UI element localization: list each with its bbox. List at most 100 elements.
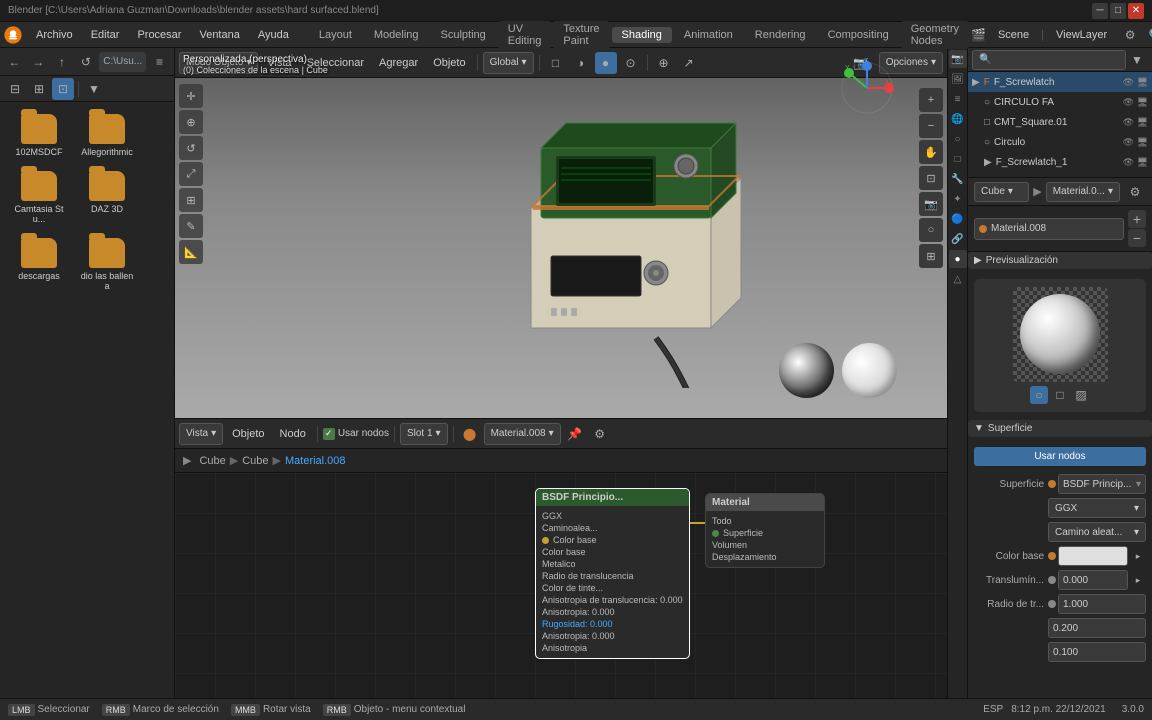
folder-allegorithmic[interactable]: Allegorithmic [76,110,138,161]
surface-bsdf-value[interactable]: BSDF Princip... ▾ [1058,474,1146,494]
folder-daz3d[interactable]: DAZ 3D [76,167,138,228]
translum-options[interactable]: ▸ [1130,572,1146,588]
physics-props-icon[interactable]: 🔵 [949,210,967,228]
tab-sculpting[interactable]: Sculpting [431,27,496,43]
view-icon-btn[interactable]: ⊡ [52,78,74,100]
menu-editar[interactable]: Editar [83,27,128,43]
data-props-icon[interactable]: △ [949,270,967,288]
filter-options-btn[interactable]: ▼ [83,78,105,100]
tab-texture-paint[interactable]: Texture Paint [553,21,609,49]
colorbase-value[interactable] [1058,546,1128,566]
measure-tool[interactable]: 📐 [179,240,203,264]
material-slot-display[interactable]: Material.008 [974,218,1124,240]
outliner-filter-btn[interactable]: ▼ [1126,49,1148,71]
render-props-icon[interactable]: 📷 [949,50,967,68]
material-props-icon[interactable]: ● [949,250,967,268]
outliner-item-circulo[interactable]: ○ CIRCULO FA 👁 🖥 [980,92,1152,112]
material-name-selector[interactable]: Material.0... ▾ [1046,182,1120,202]
outliner-item-cmt[interactable]: □ CMT_Square.01 👁 🖥 [980,112,1152,132]
menu-ayuda[interactable]: Ayuda [250,27,297,43]
translum-value[interactable]: 0.000 [1058,570,1128,590]
zoom-out-btn[interactable]: − [919,114,943,138]
grid-btn[interactable]: ⊞ [919,244,943,268]
use-nodes-button[interactable]: Usar nodos [974,447,1146,466]
node-material-output[interactable]: Material Todo Superficie Volumen [705,493,825,568]
nav-forward-button[interactable]: → [28,51,49,73]
move-tool[interactable]: ⊕ [179,110,203,134]
window-controls[interactable]: ─ □ ✕ [1092,3,1144,19]
radio-value2[interactable]: 0.200 [1048,618,1146,638]
view-layer-props-icon[interactable]: ≡ [949,90,967,108]
navigation-gizmo[interactable]: X Y Z [837,58,897,118]
material-shading-btn[interactable]: ● [595,52,617,74]
preview-cube-btn[interactable]: □ [1051,386,1069,404]
tab-shading[interactable]: Shading [612,27,672,43]
scene-props-icon[interactable]: 🌐 [949,110,967,128]
preview-sphere-btn[interactable]: ○ [1030,386,1048,404]
slot-dropdown[interactable]: Slot 1 ▾ [400,423,448,445]
filter-icon-btn[interactable]: ≡ [149,51,170,73]
tab-layout[interactable]: Layout [309,27,362,43]
object-selector[interactable]: Cube ▾ [974,182,1029,202]
tab-rendering[interactable]: Rendering [745,27,816,43]
breadcrumb-item-cube1[interactable]: Cube [199,455,225,467]
node-view-menu[interactable]: Vista ▾ [179,423,223,445]
object-props-icon[interactable]: □ [949,150,967,168]
tab-uv-editing[interactable]: UV Editing [498,21,552,49]
rendered-shading-btn[interactable]: ⊙ [620,52,642,74]
tab-compositing[interactable]: Compositing [818,27,899,43]
gizmo-options-btn[interactable]: ↗ [678,52,700,74]
world-props-icon[interactable]: ○ [949,130,967,148]
zoom-extent-btn[interactable]: ⊡ [919,166,943,190]
tab-modeling[interactable]: Modeling [364,27,429,43]
blender-logo[interactable] [4,24,22,46]
solid-shading-btn[interactable]: ◑ [570,52,592,74]
menu-archivo[interactable]: Archivo [28,27,81,43]
search-icon-btn[interactable]: 🔍 [1145,24,1152,46]
material-add-btn[interactable]: + [1128,210,1146,228]
menu-ventana[interactable]: Ventana [191,27,247,43]
folder-102msdcf[interactable]: 102MSDCF [8,110,70,161]
breadcrumb-item-material[interactable]: Material.008 [285,455,346,467]
reload-button[interactable]: ↺ [75,51,96,73]
camera-view-btn[interactable]: 📷 [919,192,943,216]
cursor-tool[interactable]: ✛ [179,84,203,108]
folder-camtasia[interactable]: Camtasia Stu... [8,167,70,228]
outliner-search[interactable]: 🔍 [972,50,1126,70]
settings-icon-btn[interactable]: ⚙ [1119,24,1141,46]
minimize-button[interactable]: ─ [1092,3,1108,19]
viewport-add-menu[interactable]: Agregar [373,55,424,71]
preview-section-header[interactable]: ▶ Previsualización [968,252,1152,269]
outliner-item-circulo2[interactable]: ○ Circulo 👁 🖥 [980,132,1152,152]
transform-tool[interactable]: ⊞ [179,188,203,212]
local-view-btn[interactable]: ○ [919,218,943,242]
folder-descargas[interactable]: descargas [8,234,70,295]
nav-up-button[interactable]: ↑ [52,51,73,73]
nav-back-button[interactable]: ← [4,51,25,73]
properties-options-btn[interactable]: ⚙ [1124,181,1146,203]
node-bsdf[interactable]: BSDF Principio... GGX Caminoalea... Colo… [535,488,690,659]
output-props-icon[interactable]: 🖼 [949,70,967,88]
wireframe-shading-btn[interactable]: □ [545,52,567,74]
breadcrumb-item-cube2[interactable]: Cube [242,455,268,467]
node-object-menu[interactable]: Objeto [226,426,270,442]
material-dropdown[interactable]: Material.008 ▾ [484,423,561,445]
tab-geometry-nodes[interactable]: Geometry Nodes [901,21,969,49]
node-nodo-menu[interactable]: Nodo [274,426,312,442]
maximize-button[interactable]: □ [1110,3,1126,19]
use-nodes-checkbox[interactable]: ✓ [323,428,335,440]
surface-section-header[interactable]: ▼ Superficie [968,420,1152,437]
tab-animation[interactable]: Animation [674,27,743,43]
node-canvas[interactable]: BSDF Principio... GGX Caminoalea... Colo… [175,473,947,698]
viewport-3d[interactable]: Modo Objeto ▾ Vista Seleccionar Agregar … [175,48,947,418]
radio-value3[interactable]: 0.100 [1048,642,1146,662]
material-remove-btn[interactable]: − [1128,229,1146,247]
outliner-item-fscrewlatch1[interactable]: ▶ F_Screwlatch_1 👁 🖥 [980,152,1152,172]
shading-mode-dropdown[interactable]: Global ▾ [483,52,534,74]
preview-cloth-btn[interactable]: ▨ [1072,386,1090,404]
colorbase-options[interactable]: ▸ [1130,548,1146,564]
viewport-object-menu[interactable]: Objeto [427,55,471,71]
folder-dio[interactable]: dio las ballena [76,234,138,295]
constraints-props-icon[interactable]: 🔗 [949,230,967,248]
path-input[interactable]: C:\Usu... [99,52,146,72]
